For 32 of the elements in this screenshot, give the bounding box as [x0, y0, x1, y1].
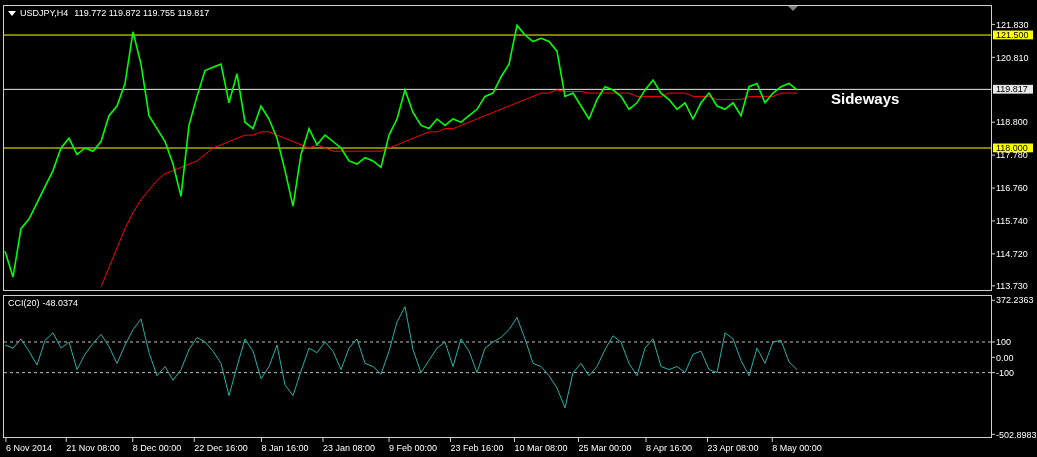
- axis-label: 9 Feb 00:00: [389, 443, 437, 453]
- axis-label: 8 Dec 00:00: [132, 443, 182, 453]
- axis-label: 115.740: [996, 216, 1028, 227]
- axis-label: 6 Nov 2014: [6, 443, 52, 453]
- axis-label: 116.760: [996, 183, 1028, 194]
- axis-label: 25 Mar 00:00: [578, 443, 632, 453]
- axis-label: 372.2363: [996, 295, 1034, 306]
- price-tag: 119.817: [993, 84, 1033, 95]
- axis-label: 23 Jan 08:00: [323, 443, 375, 453]
- axis-label: -502.8983: [996, 429, 1037, 440]
- axis-label: 120.810: [996, 52, 1029, 63]
- axis-label: 8 Jan 16:00: [261, 443, 309, 453]
- axis-label: 100: [996, 337, 1012, 348]
- axis-label: 121.830: [996, 19, 1029, 30]
- chart-header: USDJPY,H4 119.772 119.872 119.755 119.817: [20, 8, 210, 18]
- axis-label: 8 Apr 16:00: [646, 443, 692, 453]
- annotation-text: Sideways: [831, 90, 900, 108]
- axis-label: 10 Mar 08:00: [514, 443, 568, 453]
- axis-label: -100: [996, 367, 1014, 378]
- ref-line-label: 121.500: [996, 30, 1029, 41]
- price-tag: 121.500: [993, 30, 1033, 41]
- axis-label: 22 Dec 16:00: [194, 443, 248, 453]
- chart-header: CCI(20) -48.0374: [8, 298, 79, 308]
- ref-line-label: 119.817: [996, 84, 1028, 95]
- axis-label: 118.800: [996, 117, 1028, 128]
- axis-label: 23 Apr 08:00: [707, 443, 759, 453]
- axis-label: 8 May 00:00: [772, 443, 822, 453]
- axis-label: 113.730: [996, 281, 1028, 291]
- axis-label: 0.00: [996, 352, 1014, 363]
- axis-label: 23 Feb 16:00: [450, 443, 504, 453]
- axis-label: 21 Nov 08:00: [66, 443, 120, 453]
- axis-label: 114.720: [996, 249, 1028, 260]
